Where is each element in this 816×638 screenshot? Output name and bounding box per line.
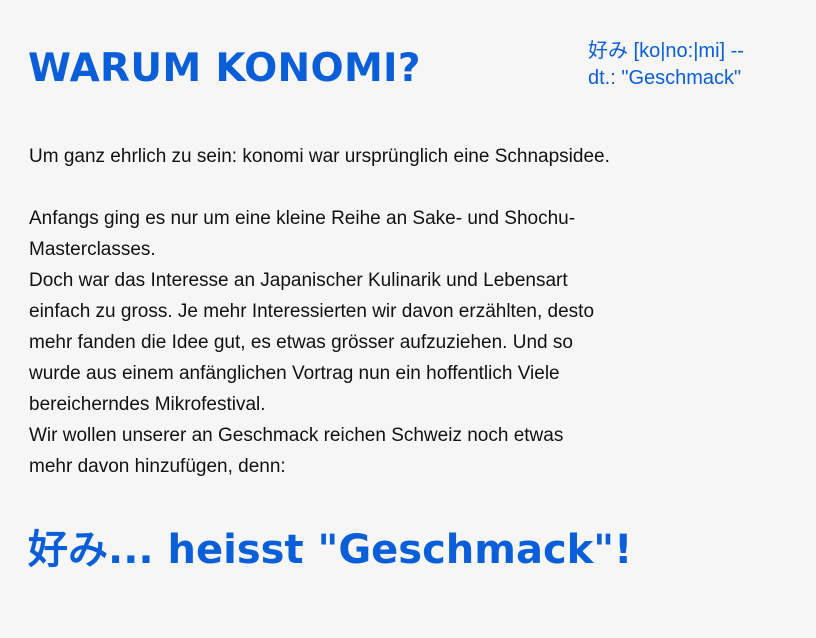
page: WARUM KONOMI? 好み [ko|no:|mi] -- dt.: "Ge… <box>0 0 816 638</box>
body-line: Anfangs ging es nur um eine kleine Reihe… <box>29 208 576 229</box>
definition-pronunciation: 好み [ko|no:|mi] -- <box>588 40 744 62</box>
body-line: mehr fanden die Idee gut, es etwas gröss… <box>29 332 573 353</box>
body-line: wurde aus einem anfänglichen Vortrag nun… <box>29 363 560 384</box>
body-line: einfach zu gross. Je mehr Interessierten… <box>29 301 595 322</box>
body-line: Wir wollen unserer an Geschmack reichen … <box>29 425 564 446</box>
intro-paragraph: Um ganz ehrlich zu sein: konomi war ursp… <box>29 146 610 167</box>
body-line: Doch war das Interesse an Japanischer Ku… <box>29 270 568 291</box>
body-line: mehr davon hinzufügen, denn: <box>29 456 286 477</box>
tagline: 好み... heisst "Geschmack"! <box>28 527 633 573</box>
definition-note: 好み [ko|no:|mi] -- dt.: "Geschmack" <box>588 38 810 92</box>
page-title: WARUM KONOMI? <box>28 46 421 91</box>
body-line: bereicherndes Mikrofestival. <box>29 394 266 415</box>
body-text: Um ganz ehrlich zu sein: konomi war ursp… <box>29 141 709 482</box>
definition-translation: dt.: "Geschmack" <box>588 67 742 89</box>
body-line: Masterclasses. <box>29 239 156 260</box>
